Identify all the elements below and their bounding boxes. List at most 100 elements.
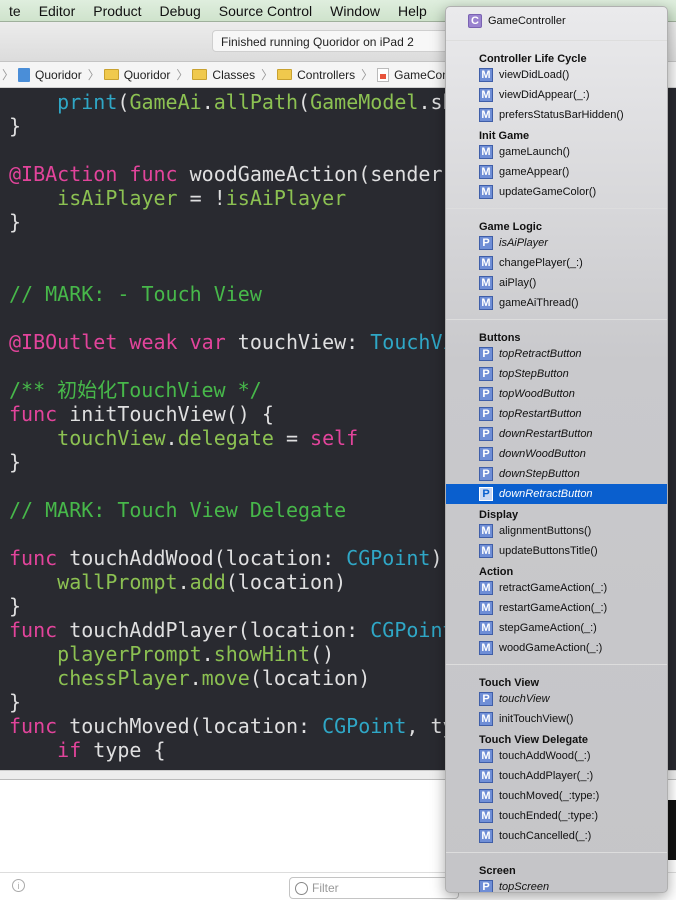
code-token: (location) (249, 666, 371, 690)
code-token: @IBOutlet (9, 330, 118, 354)
menu-item[interactable]: PdownWoodButton (446, 444, 667, 464)
code-token: } (9, 594, 22, 618)
jump-bar-menu[interactable]: C GameController Controller Life Cycle Mv… (445, 6, 668, 893)
menu-item[interactable]: PtopScreen (446, 877, 667, 893)
menu-item[interactable]: PtopWoodButton (446, 384, 667, 404)
property-icon: P (479, 367, 493, 381)
menu-item-label: topWoodButton (499, 388, 575, 400)
menu-item[interactable]: MviewDidLoad() (446, 65, 667, 85)
divider (446, 664, 667, 665)
menu-item-class[interactable]: C GameController (446, 8, 667, 34)
menu-item[interactable]: MrestartGameAction(_:) (446, 598, 667, 618)
menu-item-label: downStepButton (499, 468, 580, 480)
breadcrumb-label: Controllers (297, 67, 356, 82)
menu-item[interactable]: PdownStepButton (446, 464, 667, 484)
menu-item-label: touchMoved(_:type:) (499, 790, 600, 802)
code-token: CGPoint (370, 618, 455, 642)
menu-item-label: touchCancelled(_:) (499, 830, 592, 842)
menu-item[interactable]: MaiPlay() (446, 273, 667, 293)
menu-item[interactable]: MalignmentButtons() (446, 521, 667, 541)
code-token: add (189, 570, 226, 594)
menu-item[interactable]: MchangePlayer(_:) (446, 253, 667, 273)
property-icon: P (479, 387, 493, 401)
code-token: } (9, 210, 22, 234)
filter-input[interactable]: Filter (289, 877, 459, 899)
menu-item[interactable]: MgameAiThread() (446, 293, 667, 313)
code-token: . (189, 666, 202, 690)
menu-item[interactable]: PtopRestartButton (446, 404, 667, 424)
code-token: var (189, 330, 226, 354)
method-icon: M (479, 296, 493, 310)
method-icon: M (479, 276, 493, 290)
menu-item[interactable]: PdownRestartButton (446, 424, 667, 444)
menu-item-label: downRestartButton (499, 428, 593, 440)
menu-product[interactable]: Product (84, 3, 150, 19)
menu-item[interactable]: PisAiPlayer (446, 233, 667, 253)
menu-item[interactable]: MgameAppear() (446, 162, 667, 182)
menu-item[interactable]: MstepGameAction(_:) (446, 618, 667, 638)
code-token: isAiPlayer (225, 186, 347, 210)
menu-source-control[interactable]: Source Control (210, 3, 321, 19)
menu-te[interactable]: te (0, 3, 30, 19)
method-icon: M (479, 185, 493, 199)
menu-item[interactable]: MretractGameAction(_:) (446, 578, 667, 598)
code-token: } (9, 450, 22, 474)
code-token: touchAddPlayer(location: (57, 618, 371, 642)
menu-item[interactable]: MtouchAddWood(_:) (446, 746, 667, 766)
code-token: . (201, 642, 214, 666)
code-token: @IBAction (9, 162, 118, 186)
menu-item[interactable]: PdownRetractButton (446, 484, 667, 504)
menu-item[interactable]: MgameLaunch() (446, 142, 667, 162)
section-header: Display (479, 509, 519, 521)
menu-item[interactable]: MupdateButtonsTitle() (446, 541, 667, 561)
breadcrumb-item[interactable]: Quoridor (18, 67, 82, 82)
menu-item-label: prefersStatusBarHidden() (499, 109, 624, 121)
menu-item[interactable]: MprefersStatusBarHidden() (446, 105, 667, 125)
code-token: GameAi (129, 90, 202, 114)
menu-item[interactable]: MtouchCancelled(_:) (446, 826, 667, 846)
method-icon: M (479, 544, 493, 558)
menu-debug[interactable]: Debug (151, 3, 210, 19)
code-token: print (57, 90, 118, 114)
menu-item[interactable]: PtopRetractButton (446, 344, 667, 364)
property-icon: P (479, 347, 493, 361)
menu-item[interactable]: MtouchMoved(_:type:) (446, 786, 667, 806)
code-token: playerPrompt (57, 642, 202, 666)
breadcrumb-item[interactable]: Controllers (277, 68, 355, 82)
menu-item[interactable]: PtouchView (446, 689, 667, 709)
menu-item[interactable]: MtouchAddPlayer(_:) (446, 766, 667, 786)
menu-item[interactable]: MwoodGameAction(_:) (446, 638, 667, 658)
menu-item-label: topScreen (499, 881, 550, 893)
menu-item[interactable]: MtouchEnded(_:type:) (446, 806, 667, 826)
menu-item-label: touchEnded(_:type:) (499, 810, 599, 822)
menu-item[interactable]: MviewDidAppear(_:) (446, 85, 667, 105)
menu-help[interactable]: Help (389, 3, 436, 19)
breadcrumb-item[interactable]: Classes (192, 68, 255, 82)
breadcrumb-item[interactable]: Quoridor (103, 67, 171, 82)
breadcrumb-label: Quoridor (123, 67, 171, 82)
chevron-right-icon: 〉 (361, 68, 374, 82)
menu-item-label: topRetractButton (499, 348, 582, 360)
divider (446, 852, 667, 853)
method-icon: M (479, 641, 493, 655)
menu-item[interactable]: MinitTouchView() (446, 709, 667, 729)
menu-item-label: downRetractButton (499, 488, 593, 500)
divider (446, 208, 667, 209)
info-icon[interactable]: i (12, 879, 25, 892)
chevron-right-icon: 〉 (261, 68, 274, 82)
property-icon: P (479, 447, 493, 461)
menu-item[interactable]: PtopStepButton (446, 364, 667, 384)
menu-editor[interactable]: Editor (30, 3, 85, 19)
property-icon: P (479, 487, 493, 501)
menu-item[interactable]: MupdateGameColor() (446, 182, 667, 202)
menu-item-label: GameController (488, 15, 566, 27)
menu-window[interactable]: Window (321, 3, 389, 19)
method-icon: M (479, 809, 493, 823)
code-token: chessPlayer (57, 666, 190, 690)
method-icon: M (479, 749, 493, 763)
